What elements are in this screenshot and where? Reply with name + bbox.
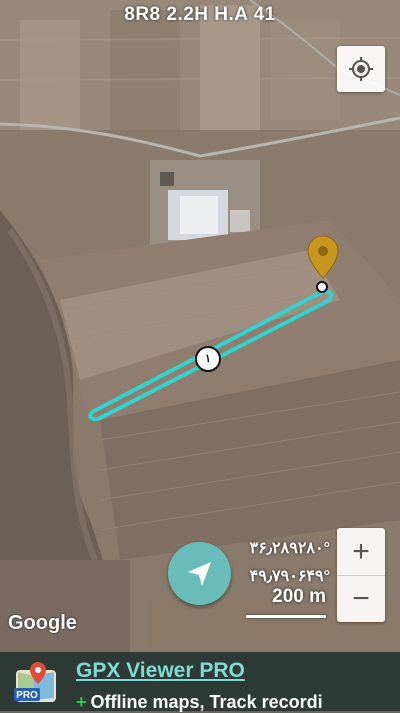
ad-title-link[interactable]: GPX Viewer PRO (76, 659, 245, 683)
zoom-controls: + − (337, 528, 385, 622)
latitude-readout: ۳۶٫۲۸۹۲۸۰° (249, 540, 330, 557)
my-location-button[interactable] (337, 46, 385, 92)
map-view[interactable]: 8R8 2.2H H.A 41 ١ ۳۶٫۲۸۹۲۸۰° ۴۹٫۷۹۰۶۴۹° … (0, 0, 400, 652)
scale-bar (246, 615, 326, 618)
plus-icon: + (76, 692, 87, 712)
ad-subtitle: + Offline maps, Track recordi (76, 692, 400, 713)
zoom-in-button[interactable]: + (337, 528, 385, 576)
pro-badge-text: PRO (16, 690, 38, 701)
zoom-out-button[interactable]: − (337, 575, 385, 622)
longitude-readout: ۴۹٫۷۹۰۶۴۹° (249, 568, 330, 585)
ad-banner[interactable]: PRO GPX Viewer PRO + Offline maps, Track … (0, 652, 400, 713)
navigation-button[interactable] (168, 542, 231, 605)
ad-subtitle-text: Offline maps, Track recordi (90, 692, 323, 712)
scale-label: 200 m (272, 586, 326, 607)
location-pin-icon[interactable] (306, 234, 340, 291)
locate-crosshair-icon (349, 57, 373, 81)
google-attribution: Google (8, 612, 77, 634)
route-midpoint-marker[interactable]: ١ (195, 346, 221, 372)
status-bar-text: 8R8 2.2H H.A 41 (124, 4, 276, 25)
navigation-arrow-icon (187, 561, 211, 586)
gpx-viewer-app-icon: PRO (12, 660, 62, 704)
